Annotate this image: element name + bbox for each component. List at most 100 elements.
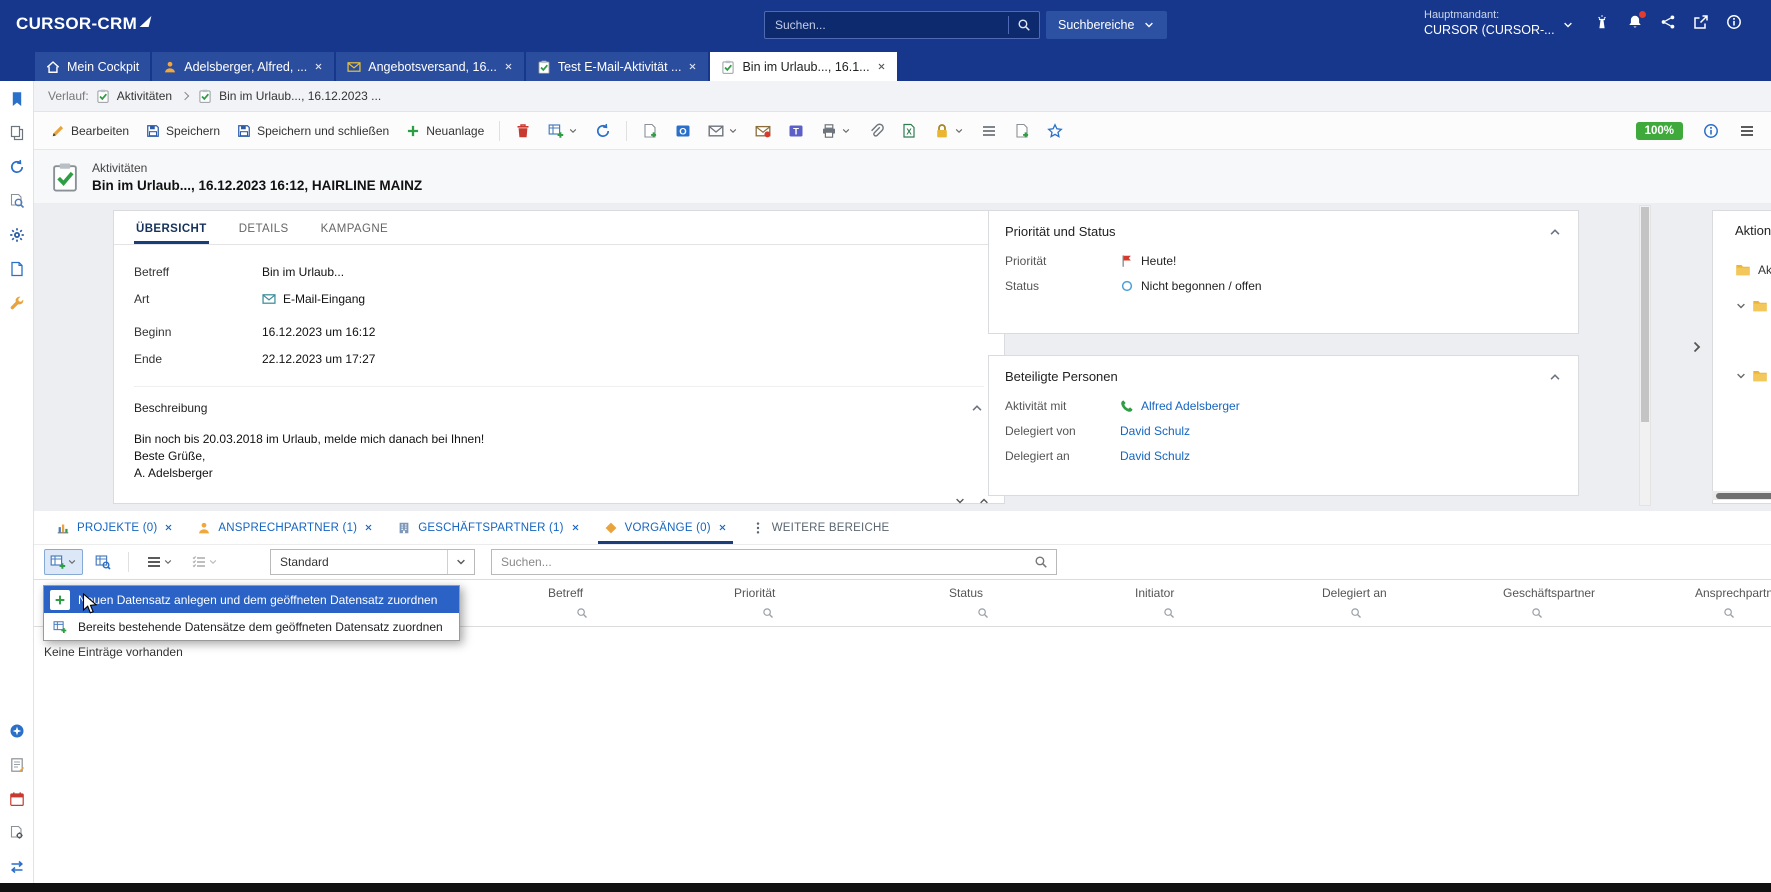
column-header[interactable]: Priorität [734,580,920,600]
calendar-icon[interactable] [9,791,25,807]
search-areas-button[interactable]: Suchbereiche [1046,11,1167,39]
search-related-button[interactable] [89,549,117,575]
document-search-icon[interactable] [9,193,25,209]
scrollbar-thumb[interactable] [1716,493,1771,499]
tab-kampagne[interactable]: KAMPAGNE [319,223,391,244]
close-icon[interactable] [364,523,373,532]
info-button[interactable] [1726,14,1742,30]
search-icon[interactable] [1034,555,1048,569]
breadcrumb-level1[interactable]: Aktivitäten [117,89,172,103]
compass-icon[interactable] [9,723,25,739]
favorite-button[interactable] [1040,119,1070,143]
collapse-chevron-up-icon[interactable] [1548,225,1562,239]
add-related-button[interactable] [541,119,585,143]
tenant-selector[interactable]: Hauptmandant: CURSOR (CURSOR-... [1424,8,1555,39]
grouping-button[interactable] [185,549,224,575]
delete-button[interactable] [508,119,538,143]
column-header[interactable]: Status [949,580,1135,600]
filter-search-icon[interactable] [977,607,989,619]
collapse-up-icon[interactable] [978,495,990,507]
breadcrumb-level2[interactable]: Bin im Urlaub..., 16.12.2023 ... [219,89,381,103]
permissions-button[interactable] [927,119,971,143]
swap-icon[interactable] [9,859,25,875]
vertical-scrollbar[interactable] [1639,205,1651,506]
tab-uebersicht[interactable]: ÜBERSICHT [134,223,209,244]
add-related-record-button[interactable] [44,549,83,575]
collapse-down-icon[interactable] [954,495,966,507]
open-external-button[interactable] [1693,14,1709,30]
notifications-button[interactable] [1627,14,1643,30]
action-tree-item[interactable] [1735,298,1771,314]
view-select[interactable]: Standard [270,549,475,575]
collapse-chevron-up-icon[interactable] [1548,370,1562,384]
export-button[interactable] [894,119,924,143]
copy-icon[interactable] [9,125,25,141]
scrollbar-thumb[interactable] [1641,207,1649,422]
close-icon[interactable] [504,62,513,71]
subtab-vorgaenge[interactable]: VORGÄNGE (0) [592,511,739,544]
email-button[interactable] [701,119,745,143]
filter-search-icon[interactable] [762,607,774,619]
tab-angebotsversand[interactable]: Angebotsversand, 16... [336,52,524,81]
menu-item-assign-existing[interactable]: Bereits bestehende Datensätze dem geöffn… [44,613,459,640]
teams-button[interactable] [781,119,811,143]
column-header[interactable]: Delegiert an [1322,580,1508,600]
add-note-button[interactable] [1007,119,1037,143]
subtab-ansprechpartner[interactable]: ANSPRECHPARTNER (1) [185,511,385,544]
subtab-geschaeftspartner[interactable]: GESCHÄFTSPARTNER (1) [385,511,591,544]
collapse-chevron-up-icon[interactable] [970,401,984,415]
action-tree-item[interactable] [1735,368,1771,384]
tab-details[interactable]: DETAILS [237,223,291,244]
list-button[interactable] [974,119,1004,143]
filter-search-icon[interactable] [1531,607,1543,619]
view-options-button[interactable] [140,549,179,575]
close-icon[interactable] [718,523,727,532]
user-link[interactable]: David Schulz [1120,449,1190,463]
close-icon[interactable] [164,523,173,532]
tenant-chevron-down-icon[interactable] [1562,19,1574,31]
close-icon[interactable] [688,62,697,71]
related-search-input[interactable] [492,555,1034,569]
search-icon[interactable] [1017,18,1031,32]
close-icon[interactable] [314,62,323,71]
info-icon[interactable] [1703,123,1719,139]
tab-bin-im-urlaub[interactable]: Bin im Urlaub..., 16.1... [710,52,896,81]
gear-icon[interactable] [9,227,25,243]
share-button[interactable] [1660,14,1676,30]
filter-search-icon[interactable] [1350,607,1362,619]
expand-panel-chevron-right-icon[interactable] [1689,339,1705,355]
attachment-button[interactable] [861,119,891,143]
filter-search-icon[interactable] [1163,607,1175,619]
add-document-button[interactable] [635,119,665,143]
save-button[interactable]: Speichern [139,120,227,142]
close-icon[interactable] [571,523,580,532]
email-signature-button[interactable] [748,119,778,143]
filter-search-icon[interactable] [576,607,588,619]
history-icon[interactable] [9,159,25,175]
column-header[interactable]: Betreff [548,580,734,600]
new-record-button[interactable]: Neuanlage [399,120,491,142]
column-header[interactable]: Geschäftspartner [1503,580,1689,600]
contact-link[interactable]: Alfred Adelsberger [1141,399,1240,413]
outlook-button[interactable] [668,119,698,143]
print-button[interactable] [814,119,858,143]
edit-button[interactable]: Bearbeiten [44,120,136,142]
refresh-button[interactable] [588,119,618,143]
notes-icon[interactable] [9,757,25,773]
lighthouse-button[interactable] [1594,14,1610,30]
zoom-badge[interactable]: 100% [1636,122,1683,140]
tab-mein-cockpit[interactable]: Mein Cockpit [35,52,150,81]
horizontal-scrollbar[interactable] [1712,491,1771,500]
tab-test-email-aktivitaet[interactable]: Test E-Mail-Aktivität ... [526,52,709,81]
wrench-icon[interactable] [9,295,25,311]
user-link[interactable]: David Schulz [1120,424,1190,438]
tab-adelsberger[interactable]: Adelsberger, Alfred, ... [152,52,334,81]
save-close-button[interactable]: Speichern und schließen [230,120,396,142]
filter-search-icon[interactable] [1723,607,1735,619]
actions-group-row[interactable]: Aktivitäten [1735,262,1771,278]
document-icon[interactable] [9,261,25,277]
column-header[interactable]: Initiator [1135,580,1321,600]
document-gear-icon[interactable] [9,825,25,841]
subtab-projekte[interactable]: PROJEKTE (0) [44,511,185,544]
close-icon[interactable] [877,62,886,71]
